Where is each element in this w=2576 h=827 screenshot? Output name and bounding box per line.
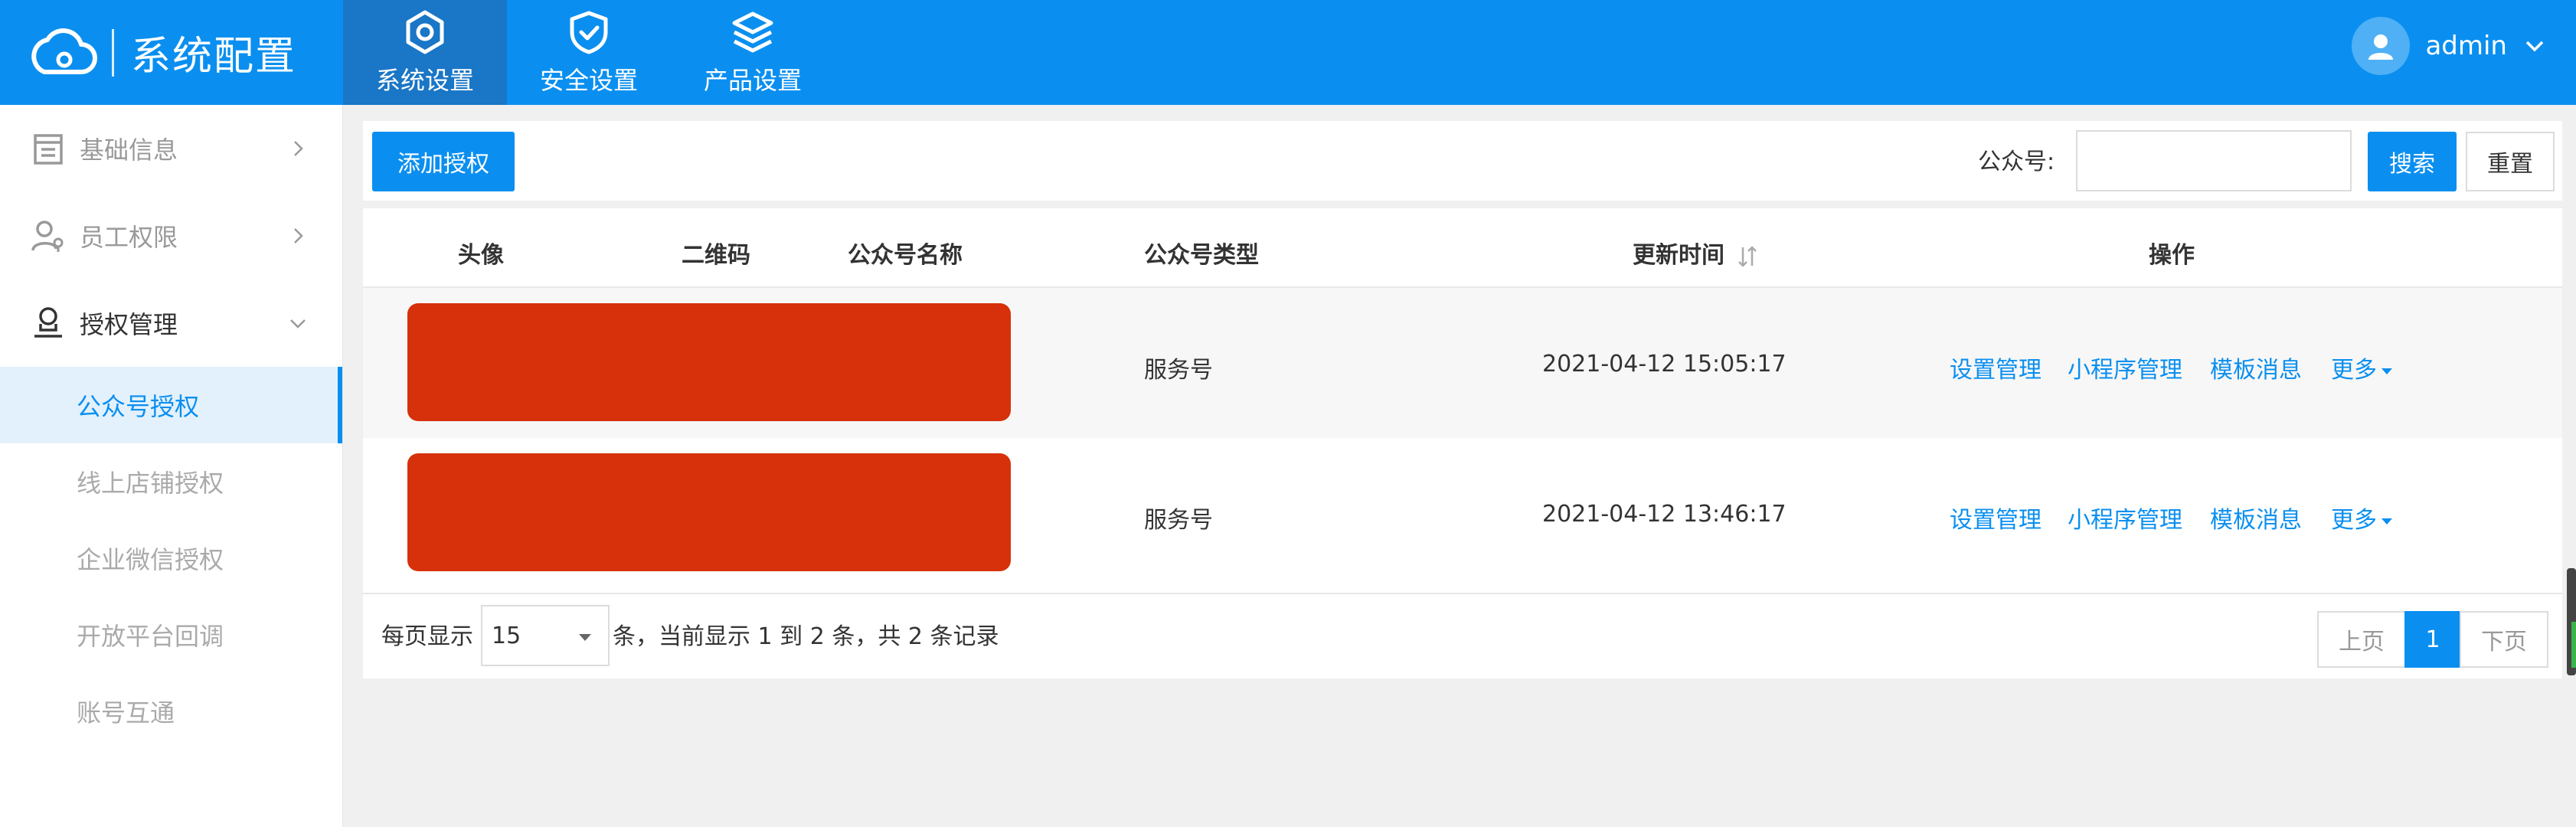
chevron-right-icon <box>294 228 303 244</box>
settings-manage-link[interactable]: 设置管理 <box>1950 351 2042 384</box>
search-input[interactable] <box>2076 130 2352 191</box>
search-label: 公众号: <box>1978 149 2055 175</box>
cloud-logo-icon <box>31 28 97 74</box>
top-bar: 系统配置 系统设置 安全设置 产品设置 admin <box>0 0 2576 105</box>
caret-down-icon <box>2381 368 2392 374</box>
brand: 系统配置 <box>21 0 296 105</box>
sidebar-item-basic-info[interactable]: 基础信息 <box>0 105 342 192</box>
more-dropdown[interactable]: 更多 <box>2331 351 2392 384</box>
sort-icon <box>1738 245 1757 267</box>
column-header-account-type: 公众号类型 <box>1144 242 1259 269</box>
template-message-link[interactable]: 模板消息 <box>2210 351 2302 384</box>
top-nav: 系统设置 安全设置 产品设置 <box>343 0 835 105</box>
sidebar-sub-item-wecom[interactable]: 企业微信授权 <box>0 520 342 597</box>
page-size-value: 15 <box>492 622 521 649</box>
record-summary: 条，当前显示 1 到 2 条，共 2 条记录 <box>613 623 999 650</box>
search-button[interactable]: 搜索 <box>2368 132 2457 191</box>
template-message-link[interactable]: 模板消息 <box>2210 501 2302 534</box>
settings-manage-link[interactable]: 设置管理 <box>1950 501 2042 534</box>
per-page-label: 每页显示 <box>381 623 473 650</box>
sidebar-sub-item-account-interop[interactable]: 账号互通 <box>0 673 342 750</box>
more-label: 更多 <box>2331 357 2377 384</box>
table-row: 服务号 2021-04-12 15:05:17 设置管理 小程序管理 模板消息 … <box>363 288 2562 438</box>
prev-page-button[interactable]: 上页 <box>2317 611 2406 668</box>
app-title: 系统配置 <box>131 34 297 80</box>
chevron-right-icon <box>294 141 303 156</box>
sidebar-item-authorization[interactable]: 授权管理 <box>0 279 342 367</box>
column-header-updated-time[interactable]: 更新时间 <box>1633 236 1761 270</box>
sidebar-item-label: 员工权限 <box>80 223 178 252</box>
caret-down-icon <box>2381 518 2392 525</box>
user-icon <box>2368 34 2394 60</box>
sidebar-item-label: 基础信息 <box>80 136 178 165</box>
nav-label: 产品设置 <box>703 65 802 95</box>
column-header-actions: 操作 <box>2149 242 2195 269</box>
next-page-button[interactable]: 下页 <box>2460 611 2548 668</box>
layers-icon <box>732 11 773 52</box>
column-header-avatar: 头像 <box>458 242 504 269</box>
pagination-bar: 每页显示 15 条，当前显示 1 到 2 条，共 2 条记录 上页 1 下页 <box>363 593 2562 678</box>
account-type-cell: 服务号 <box>1144 507 1213 534</box>
document-icon <box>34 134 63 165</box>
column-header-label: 更新时间 <box>1633 242 1724 269</box>
redacted-region <box>407 303 1011 421</box>
table-row: 服务号 2021-04-12 13:46:17 设置管理 小程序管理 模板消息 … <box>363 438 2562 588</box>
scrollbar-accent <box>2571 622 2576 668</box>
user-stamp-icon <box>34 307 62 338</box>
updated-time-cell: 2021-04-12 15:05:17 <box>1542 351 1787 378</box>
sidebar-sub-item-official-account[interactable]: 公众号授权 <box>0 367 342 443</box>
sidebar-sub-item-online-store[interactable]: 线上店铺授权 <box>0 443 342 520</box>
page-size-select[interactable]: 15 <box>481 605 610 666</box>
table-header: 头像 二维码 公众号名称 公众号类型 更新时间 操作 <box>363 208 2562 288</box>
user-menu[interactable]: admin <box>2352 0 2545 92</box>
username: admin <box>2425 31 2507 61</box>
user-key-icon <box>31 221 64 252</box>
updated-time-cell: 2021-04-12 13:46:17 <box>1542 501 1787 528</box>
reset-button[interactable]: 重置 <box>2466 132 2555 191</box>
more-dropdown[interactable]: 更多 <box>2331 501 2392 534</box>
nav-label: 安全设置 <box>539 65 638 95</box>
column-header-qrcode: 二维码 <box>682 242 750 269</box>
nav-security-settings[interactable]: 安全设置 <box>507 0 671 105</box>
sidebar-sub-item-open-platform-callback[interactable]: 开放平台回调 <box>0 597 342 673</box>
miniprogram-manage-link[interactable]: 小程序管理 <box>2068 501 2182 534</box>
toolbar: 添加授权 公众号: 搜索 重置 <box>363 121 2562 201</box>
authorization-table: 头像 二维码 公众号名称 公众号类型 更新时间 操作 服务号 2021-04-1… <box>363 208 2562 678</box>
sidebar-item-staff-permission[interactable]: 员工权限 <box>0 192 342 279</box>
shield-check-icon <box>570 11 608 54</box>
caret-down-icon <box>579 634 591 641</box>
redacted-region <box>407 453 1011 571</box>
chevron-down-icon <box>2525 41 2544 52</box>
chevron-down-icon <box>290 319 306 329</box>
miniprogram-manage-link[interactable]: 小程序管理 <box>2068 351 2182 384</box>
nav-label: 系统设置 <box>375 65 474 95</box>
page-number-button[interactable]: 1 <box>2404 611 2461 668</box>
sidebar-item-label: 授权管理 <box>80 310 178 339</box>
nav-system-settings[interactable]: 系统设置 <box>343 0 507 105</box>
account-type-cell: 服务号 <box>1144 357 1213 384</box>
sidebar: 基础信息 员工权限 授权管理 公众号授权 线上店铺授权 企业微信授权 开放平台回… <box>0 105 343 827</box>
add-authorization-button[interactable]: 添加授权 <box>372 132 515 191</box>
gear-icon <box>406 10 444 54</box>
brand-divider <box>112 28 114 77</box>
more-label: 更多 <box>2331 507 2377 534</box>
avatar <box>2352 17 2411 75</box>
column-header-account-name: 公众号名称 <box>848 242 963 269</box>
nav-product-settings[interactable]: 产品设置 <box>671 0 835 105</box>
